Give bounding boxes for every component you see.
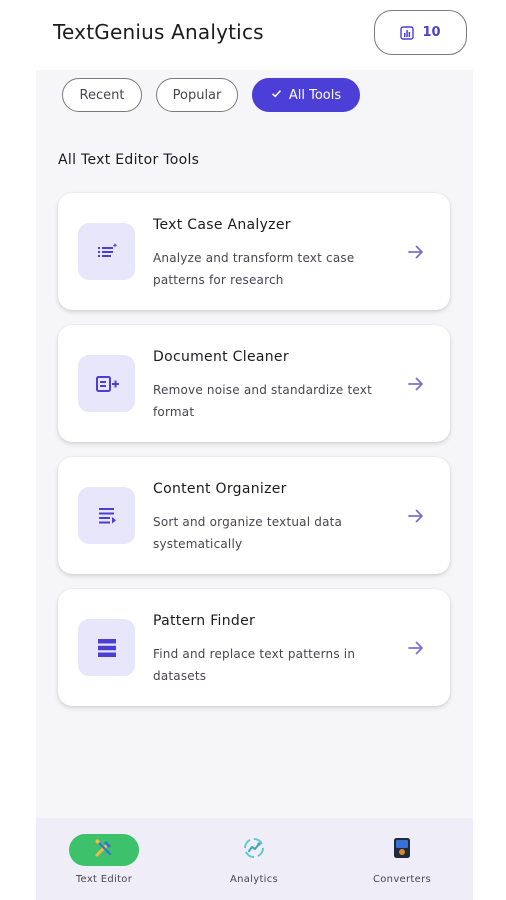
bottom-nav: Text Editor Analytics Converters <box>36 818 473 900</box>
nav-label: Analytics <box>229 874 279 885</box>
nav-label: Converters <box>372 874 431 885</box>
arrow-right-icon[interactable] <box>406 242 426 262</box>
nav-item-analytics[interactable]: Analytics <box>194 818 314 900</box>
filter-chips: Recent Popular All Tools <box>62 78 360 112</box>
chip-label: Popular <box>172 87 222 103</box>
tool-card-text-case-analyzer[interactable]: Text Case Analyzer Analyze and transform… <box>58 193 450 310</box>
chip-popular[interactable]: Popular <box>156 78 238 112</box>
stack-icon <box>78 619 135 676</box>
tool-title: Document Cleaner <box>153 349 289 365</box>
app-title: TextGenius Analytics <box>53 20 264 44</box>
bar-chart-icon <box>400 25 415 40</box>
nav-item-text-editor[interactable]: Text Editor <box>44 818 164 900</box>
nav-active-indicator <box>69 834 139 866</box>
nav-item-converters[interactable]: Converters <box>342 818 462 900</box>
tool-description: Sort and organize textual data systemati… <box>153 515 343 551</box>
tool-title: Content Organizer <box>153 481 287 497</box>
chip-label: Recent <box>79 87 125 103</box>
align-list-icon <box>78 487 135 544</box>
section-title: All Text Editor Tools <box>58 152 200 168</box>
converters-icon <box>389 835 415 865</box>
analytics-icon <box>241 835 267 865</box>
tool-card-document-cleaner[interactable]: Document Cleaner Remove noise and standa… <box>58 325 450 442</box>
chip-recent[interactable]: Recent <box>62 78 142 112</box>
tool-title: Pattern Finder <box>153 613 256 629</box>
arrow-right-icon[interactable] <box>406 374 426 394</box>
document-plus-icon <box>78 355 135 412</box>
check-icon <box>271 88 282 103</box>
count-value: 10 <box>422 25 441 40</box>
tool-card-content-organizer[interactable]: Content Organizer Sort and organize text… <box>58 457 450 574</box>
nav-label: Text Editor <box>75 874 133 885</box>
nav-indicator <box>219 834 289 866</box>
chip-all-tools[interactable]: All Tools <box>252 78 360 112</box>
count-button[interactable]: 10 <box>374 10 467 55</box>
tool-title: Text Case Analyzer <box>153 217 291 233</box>
tool-description: Analyze and transform text case patterns… <box>153 251 355 287</box>
chip-label: All Tools <box>288 87 342 103</box>
arrow-right-icon[interactable] <box>406 638 426 658</box>
arrow-right-icon[interactable] <box>406 506 426 526</box>
tool-card-pattern-finder[interactable]: Pattern Finder Find and replace text pat… <box>58 589 450 706</box>
tool-description: Find and replace text patterns in datase… <box>153 647 356 683</box>
list-sparkle-icon <box>78 223 135 280</box>
tools-icon <box>92 836 116 864</box>
tool-description: Remove noise and standardize text format <box>153 383 372 419</box>
nav-indicator <box>367 834 437 866</box>
